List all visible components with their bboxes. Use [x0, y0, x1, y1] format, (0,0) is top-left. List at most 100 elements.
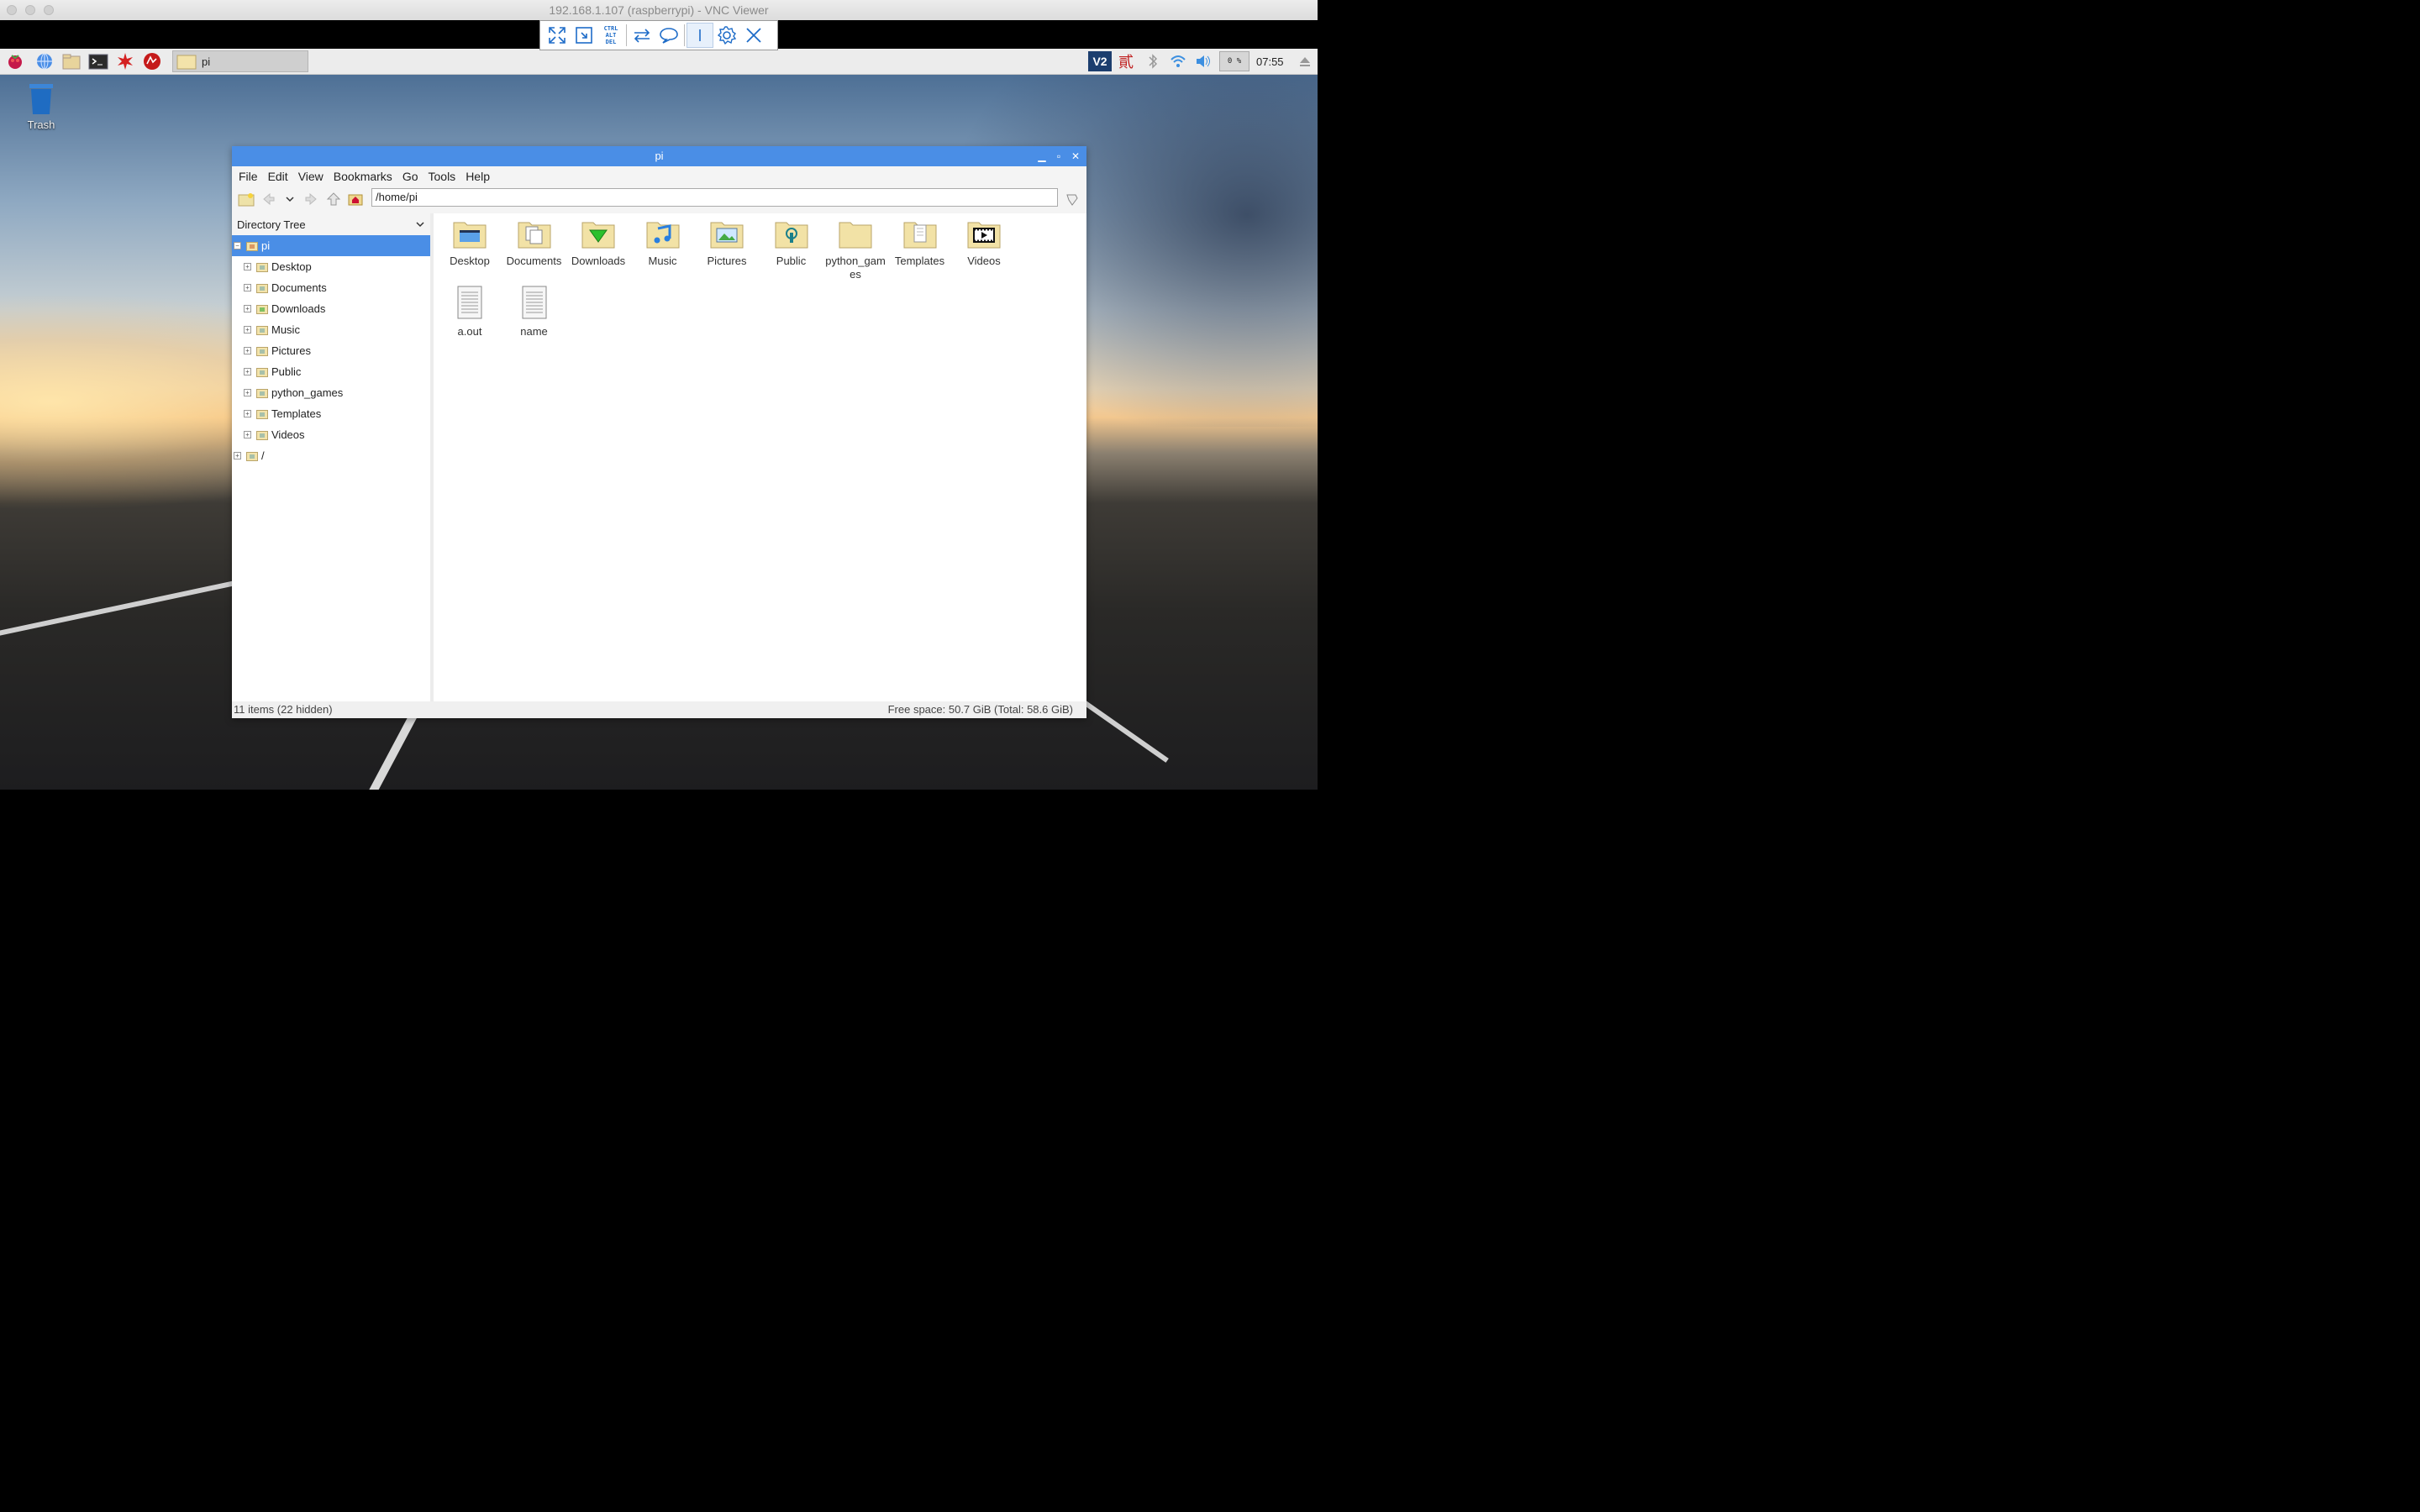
terminal-icon[interactable]	[88, 51, 108, 71]
wolfram-icon[interactable]	[142, 51, 162, 71]
cpu-usage-monitor[interactable]: 0 %	[1219, 51, 1249, 71]
expander-icon[interactable]: +	[244, 368, 251, 375]
alt-key-label: ALT	[605, 32, 617, 39]
expander-icon[interactable]: −	[234, 242, 241, 249]
folder-item-music[interactable]: Music	[632, 218, 694, 268]
file-manager-icon[interactable]	[61, 51, 82, 71]
expander-icon[interactable]: +	[244, 305, 251, 312]
expander-icon[interactable]: +	[244, 263, 251, 270]
tree-item-downloads[interactable]: + Downloads	[232, 298, 430, 319]
ctrl-alt-del-icon[interactable]: CTRL ALT DEL	[597, 23, 624, 48]
go-icon[interactable]	[1061, 188, 1083, 210]
text-file-icon	[522, 286, 546, 319]
file-item-name[interactable]: name	[503, 286, 566, 339]
volume-icon[interactable]	[1193, 51, 1213, 71]
folder-item-documents[interactable]: Documents	[503, 218, 566, 268]
free-space: Free space: 50.7 GiB (Total: 58.6 GiB)	[887, 703, 1073, 716]
folder-item-videos[interactable]: Videos	[953, 218, 1015, 268]
expander-icon[interactable]: +	[244, 389, 251, 396]
info-icon[interactable]	[687, 23, 713, 48]
trash-desktop-item[interactable]: Trash	[18, 82, 64, 131]
tree-item-desktop[interactable]: + Desktop	[232, 256, 430, 277]
home-icon[interactable]	[345, 188, 366, 210]
item-label: name	[520, 325, 548, 338]
file-item-a-out[interactable]: a.out	[439, 286, 501, 339]
folder-item-templates[interactable]: Templates	[889, 218, 951, 268]
item-label: Public	[776, 255, 807, 267]
vnc-viewer-titlebar: 192.168.1.107 (raspberrypi) - VNC Viewer	[0, 0, 1318, 21]
folder-item-pictures[interactable]: Pictures	[696, 218, 758, 268]
minimize-button[interactable]: ▁	[1034, 146, 1050, 166]
close-button[interactable]: ✕	[1068, 146, 1083, 166]
tree-item-label: /	[261, 449, 265, 462]
vnc-server-icon[interactable]: V2	[1088, 51, 1112, 71]
tree-item-pictures[interactable]: + Pictures	[232, 340, 430, 361]
tree-item-music[interactable]: + Music	[232, 319, 430, 340]
transfer-icon[interactable]	[629, 23, 655, 48]
del-key-label: DEL	[605, 39, 617, 45]
window-title: pi	[655, 150, 664, 162]
tree-item-public[interactable]: + Public	[232, 361, 430, 382]
tree-item-python_games[interactable]: + python_games	[232, 382, 430, 403]
eject-icon[interactable]	[1295, 51, 1315, 71]
directory-tree: − pi + Desktop + Documents + Downloads + Music + Pi…	[232, 235, 430, 466]
history-dropdown-icon[interactable]	[279, 188, 301, 210]
expander-icon[interactable]: +	[244, 347, 251, 354]
expander-icon[interactable]: +	[234, 452, 241, 459]
web-browser-icon[interactable]	[34, 51, 55, 71]
tree-item-label: python_games	[271, 386, 344, 399]
tree-item-label: Public	[271, 365, 302, 378]
expander-icon[interactable]: +	[244, 410, 251, 417]
folder-icon	[256, 325, 268, 335]
expander-icon[interactable]: +	[244, 284, 251, 291]
folder-item-desktop[interactable]: Desktop	[439, 218, 501, 268]
clock[interactable]: 07:55	[1256, 55, 1284, 68]
taskbar-window-button[interactable]: pi	[172, 50, 308, 72]
back-icon[interactable]	[257, 188, 279, 210]
settings-icon[interactable]	[713, 23, 740, 48]
menu-bookmarks[interactable]: Bookmarks	[329, 170, 397, 183]
videos-folder-icon	[967, 222, 1001, 249]
close-icon[interactable]	[740, 23, 767, 48]
sidebar-header: Directory Tree	[237, 218, 306, 231]
new-tab-icon[interactable]	[235, 188, 257, 210]
window-titlebar[interactable]: pi ▁ ▫ ✕	[232, 146, 1086, 166]
path-bar[interactable]: /home/pi	[371, 188, 1058, 207]
menu-help[interactable]: Help	[460, 170, 495, 183]
item-label: Desktop	[450, 255, 490, 267]
mathematica-icon[interactable]	[115, 51, 135, 71]
toolbar: /home/pi	[232, 186, 1086, 212]
tree-item-label: Music	[271, 323, 300, 336]
up-icon[interactable]	[323, 188, 345, 210]
menu-file[interactable]: File	[234, 170, 263, 183]
sidebar-mode-selector[interactable]: Directory Tree	[232, 213, 430, 235]
menu-go[interactable]: Go	[397, 170, 424, 183]
tree-item-documents[interactable]: + Documents	[232, 277, 430, 298]
letterbox-bottom	[0, 790, 1318, 823]
fullscreen-icon[interactable]	[544, 23, 571, 48]
folder-item-downloads[interactable]: Downloads	[567, 218, 629, 268]
chinese-input-icon[interactable]: 貳	[1116, 51, 1136, 71]
raspberry-menu-icon[interactable]	[5, 51, 25, 71]
menu-tools[interactable]: Tools	[424, 170, 461, 183]
folder-item-public[interactable]: Public	[760, 218, 823, 268]
item-label: Videos	[967, 255, 1001, 267]
forward-icon[interactable]	[301, 188, 323, 210]
scale-icon[interactable]	[571, 23, 597, 48]
menu-edit[interactable]: Edit	[263, 170, 293, 183]
folder-icon	[246, 241, 258, 251]
folder-icon	[256, 367, 268, 377]
maximize-button[interactable]: ▫	[1051, 146, 1066, 166]
tree-item-pi[interactable]: − pi	[232, 235, 430, 256]
tree-item-root[interactable]: + /	[232, 445, 430, 466]
expander-icon[interactable]: +	[244, 326, 251, 333]
music-folder-icon	[646, 222, 679, 249]
menu-view[interactable]: View	[293, 170, 329, 183]
wifi-icon[interactable]	[1168, 51, 1188, 71]
folder-item-python_games[interactable]: python_gam es	[824, 218, 886, 281]
expander-icon[interactable]: +	[244, 431, 251, 438]
bluetooth-icon[interactable]	[1143, 51, 1163, 71]
tree-item-templates[interactable]: + Templates	[232, 403, 430, 424]
tree-item-videos[interactable]: + Videos	[232, 424, 430, 445]
chat-icon[interactable]	[655, 23, 682, 48]
